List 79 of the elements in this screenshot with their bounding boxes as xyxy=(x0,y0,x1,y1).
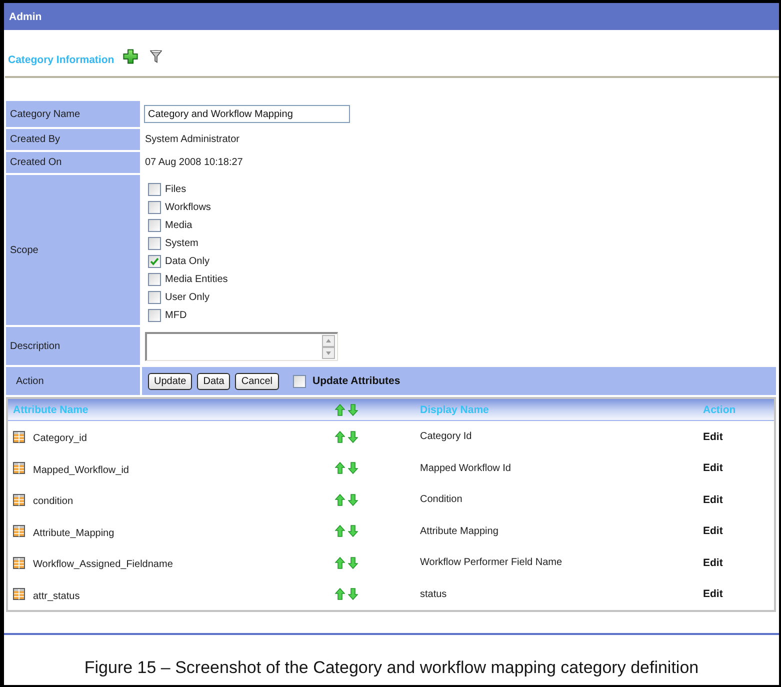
edit-link[interactable]: Edit xyxy=(703,430,723,443)
checkbox[interactable] xyxy=(148,236,161,250)
checkbox[interactable] xyxy=(148,308,161,322)
description-field[interactable] xyxy=(145,332,338,360)
column-header: Action xyxy=(703,404,736,416)
table-cell: Attribute_Mapping xyxy=(33,528,114,539)
down-arrow-icon[interactable] xyxy=(348,494,358,506)
table-cell: Condition xyxy=(420,494,462,506)
up-arrow-icon[interactable] xyxy=(335,430,345,443)
table-cell: Workflow_Assigned_Fieldname xyxy=(33,559,173,570)
checkbox[interactable] xyxy=(148,218,161,232)
action-button[interactable]: Update xyxy=(148,372,192,390)
field-value: 07 Aug 2008 10:18:27 xyxy=(145,157,243,168)
checkbox-label[interactable]: System xyxy=(165,238,198,248)
field-label: Description xyxy=(6,327,140,365)
up-arrow-icon[interactable] xyxy=(335,404,345,416)
table-cell: status xyxy=(420,588,447,600)
action-button[interactable]: Data xyxy=(197,372,230,390)
table-cell: Workflow Performer Field Name xyxy=(420,557,562,568)
scroll-down-icon[interactable] xyxy=(322,346,335,358)
filter-icon[interactable] xyxy=(150,50,162,63)
action-button[interactable]: Cancel xyxy=(235,372,279,390)
figure-caption: Figure 15 – Screenshot of the Category and workflow mapping category definition xyxy=(83,658,700,678)
field-label: Action xyxy=(6,367,140,395)
field-label: Created On xyxy=(6,152,140,173)
table-cell: Mapped Workflow Id xyxy=(420,462,511,474)
field-label: Created By xyxy=(6,129,140,150)
column-header: Attribute Name xyxy=(12,404,88,416)
field-label: Scope xyxy=(6,175,140,325)
checkbox-label[interactable]: Update Attributes xyxy=(312,375,400,387)
category-name-input[interactable]: Category and Workflow Mapping xyxy=(144,105,350,123)
checkbox[interactable] xyxy=(148,254,161,268)
field-value: System Administrator xyxy=(145,134,240,145)
checkbox-label[interactable]: User Only xyxy=(165,292,210,302)
table-icon xyxy=(13,494,25,506)
checkbox-label[interactable]: Files xyxy=(165,184,186,194)
table-cell: Attribute Mapping xyxy=(420,526,498,537)
checkbox[interactable] xyxy=(148,290,161,304)
down-arrow-icon[interactable] xyxy=(348,462,358,474)
column-header: Display Name xyxy=(420,404,489,416)
header-title: Admin xyxy=(9,10,42,22)
table-icon xyxy=(13,525,25,538)
checkbox[interactable] xyxy=(148,200,161,214)
checkbox-label[interactable]: Data Only xyxy=(165,256,210,266)
down-arrow-icon[interactable] xyxy=(348,588,358,600)
table-cell: Category Id xyxy=(420,431,472,442)
up-arrow-icon[interactable] xyxy=(335,525,345,538)
checkbox-label[interactable]: MFD xyxy=(165,310,187,320)
plus-icon[interactable] xyxy=(123,49,138,64)
edit-link[interactable]: Edit xyxy=(703,556,723,569)
table-cell: Category_id xyxy=(33,433,87,444)
edit-link[interactable]: Edit xyxy=(703,494,723,506)
down-arrow-icon[interactable] xyxy=(348,525,358,538)
table-cell: condition xyxy=(33,496,74,508)
up-arrow-icon[interactable] xyxy=(335,494,345,506)
section-title: Category Information xyxy=(8,54,114,67)
scroll-up-icon[interactable] xyxy=(322,334,335,346)
checkbox-label[interactable]: Media xyxy=(165,220,192,230)
checkbox[interactable] xyxy=(292,374,306,388)
down-arrow-icon[interactable] xyxy=(348,430,358,443)
down-arrow-icon[interactable] xyxy=(348,556,358,569)
table-cell: Mapped_Workflow_id xyxy=(33,464,129,476)
edit-link[interactable]: Edit xyxy=(703,525,723,538)
checkbox[interactable] xyxy=(148,182,161,196)
table-icon xyxy=(13,556,25,569)
up-arrow-icon[interactable] xyxy=(335,556,345,569)
field-label: Category Name xyxy=(6,101,140,127)
checkbox-label[interactable]: Workflows xyxy=(165,202,211,212)
table-icon xyxy=(13,462,25,474)
edit-link[interactable]: Edit xyxy=(703,588,723,600)
table-icon xyxy=(13,430,25,443)
table-cell: attr_status xyxy=(33,590,80,602)
down-arrow-icon[interactable] xyxy=(348,404,358,416)
table-icon xyxy=(13,588,25,600)
checkbox-label[interactable]: Media Entities xyxy=(165,274,228,284)
checkbox[interactable] xyxy=(148,272,161,286)
edit-link[interactable]: Edit xyxy=(703,462,723,474)
up-arrow-icon[interactable] xyxy=(335,462,345,474)
up-arrow-icon[interactable] xyxy=(335,588,345,600)
